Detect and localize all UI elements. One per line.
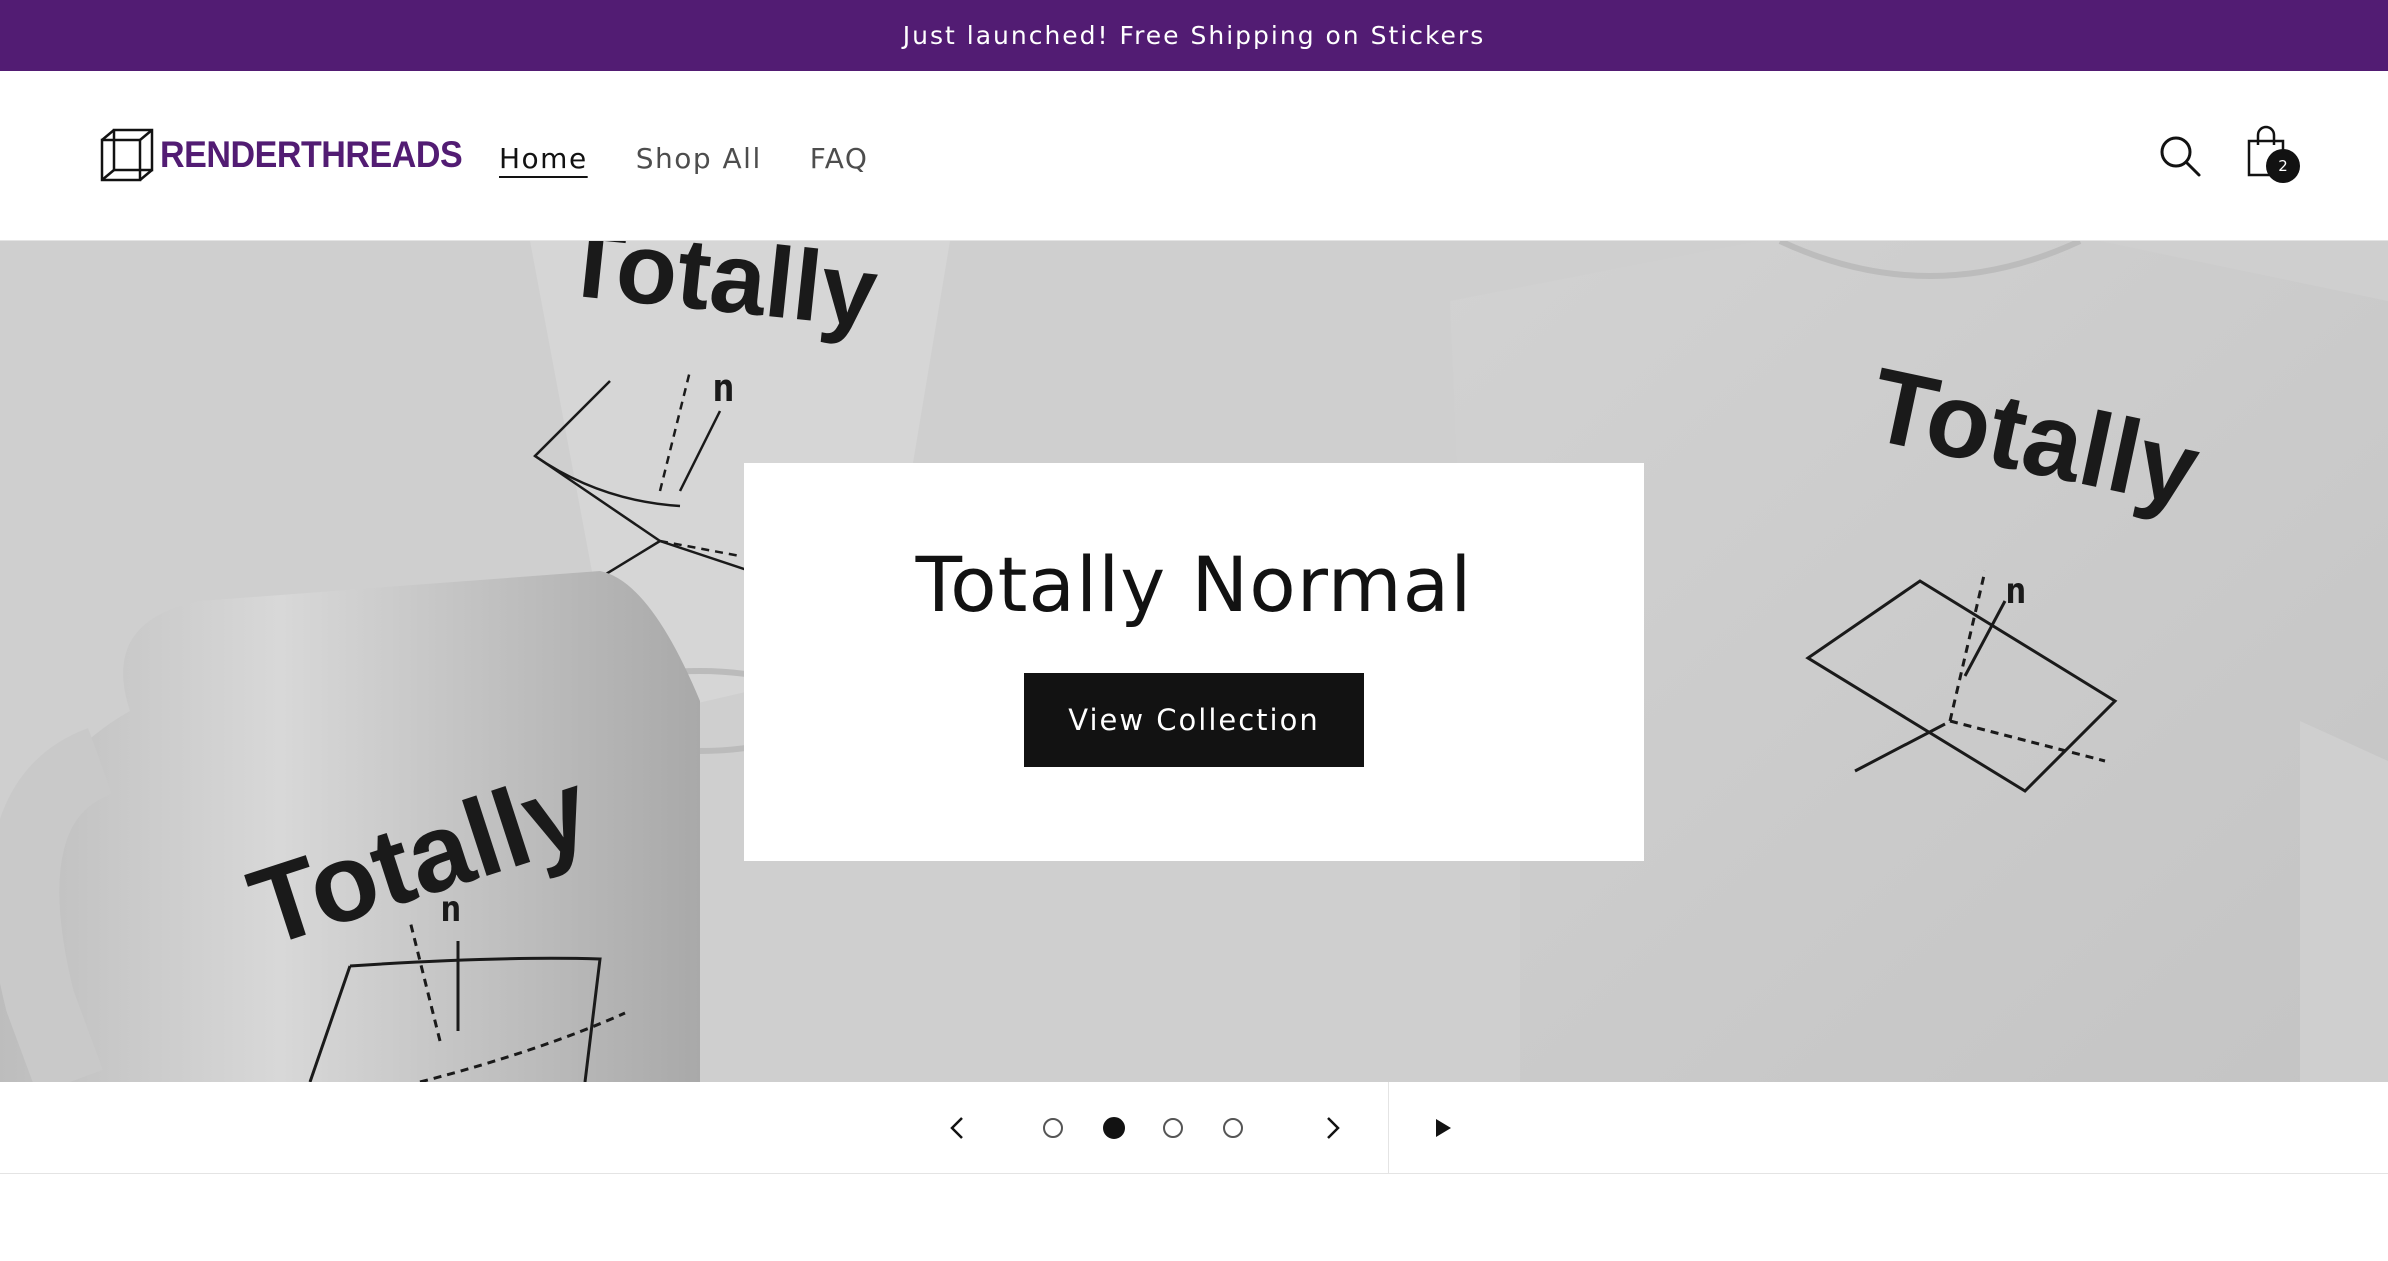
logo-text: RENDERTHREADS	[160, 134, 463, 175]
controls-divider	[1388, 1082, 1389, 1174]
site-header: RENDERTHREADS Home Shop All FAQ 2	[0, 71, 2388, 241]
cart-button[interactable]: 2	[2244, 123, 2306, 187]
search-icon	[2160, 136, 2201, 177]
nav-home[interactable]: Home	[499, 142, 588, 175]
shirt-normal-label: n	[2005, 571, 2027, 612]
slide-dot-1[interactable]	[1043, 1118, 1063, 1138]
slide-dot-3[interactable]	[1163, 1118, 1183, 1138]
hero-content-box: Totally Normal View Collection	[744, 463, 1644, 861]
slideshow-controls	[0, 1082, 2388, 1174]
search-button[interactable]	[2157, 133, 2203, 179]
nav-faq[interactable]: FAQ	[810, 142, 869, 175]
mug-normal-label: n	[440, 889, 462, 930]
hero-title: Totally Normal	[915, 540, 1473, 629]
slide-dot-4[interactable]	[1223, 1118, 1243, 1138]
main-nav: Home Shop All FAQ	[499, 133, 868, 183]
announcement-text: Just launched! Free Shipping on Stickers	[902, 21, 1486, 50]
cart-count-badge: 2	[2266, 149, 2300, 183]
hero-slideshow: Totally n Totally n Totally n Totally No…	[0, 241, 2388, 1082]
next-slide-button[interactable]	[1314, 1110, 1350, 1146]
chevron-left-icon	[950, 1117, 963, 1139]
view-collection-button[interactable]: View Collection	[1024, 673, 1364, 767]
announcement-bar: Just launched! Free Shipping on Stickers	[0, 0, 2388, 71]
cube-logo-icon	[100, 128, 154, 182]
site-logo[interactable]: RENDERTHREADS	[98, 125, 489, 185]
autoplay-play-button[interactable]	[1424, 1110, 1460, 1146]
slide-dot-2[interactable]	[1103, 1117, 1125, 1139]
chevron-right-icon	[1327, 1117, 1340, 1139]
nav-shop-all[interactable]: Shop All	[636, 142, 762, 175]
previous-slide-button[interactable]	[940, 1110, 976, 1146]
glass-normal-label: n	[712, 366, 735, 410]
play-icon	[1436, 1119, 1451, 1137]
